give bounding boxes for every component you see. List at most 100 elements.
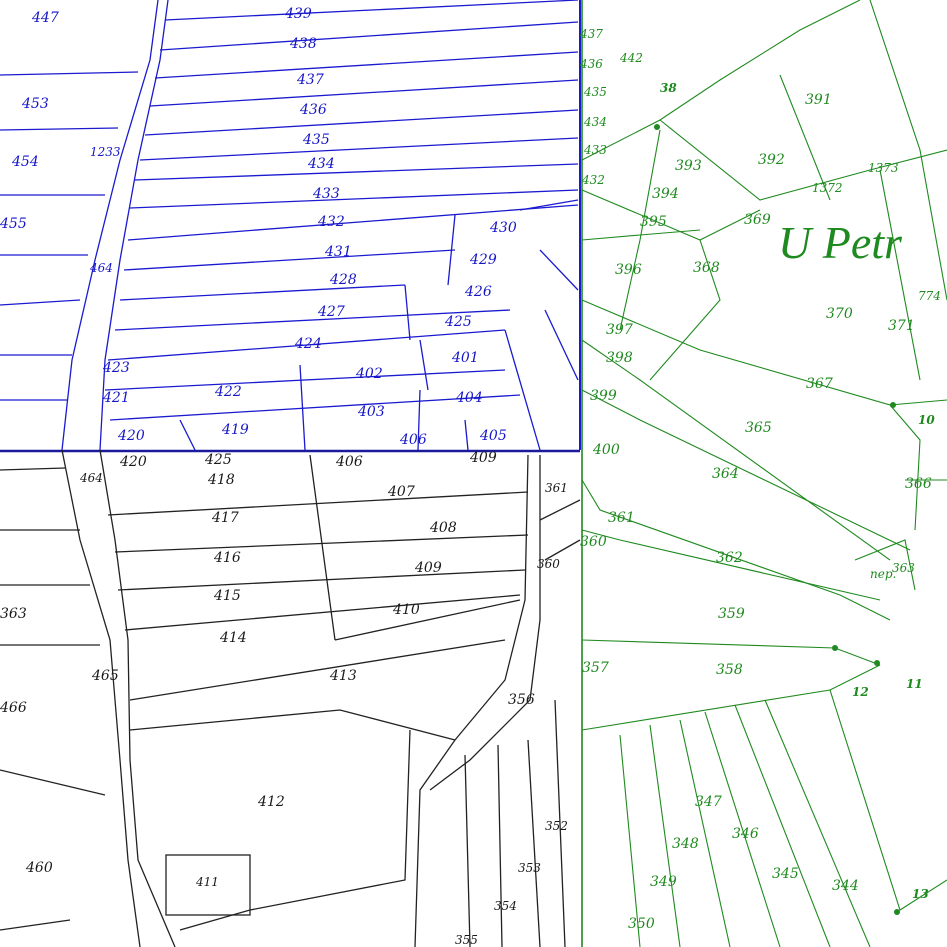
parcel-number: 361 bbox=[545, 481, 568, 495]
parcel-number: 432 bbox=[317, 214, 345, 230]
parcel-number: 366 bbox=[905, 476, 932, 492]
parcel-number: 411 bbox=[195, 875, 219, 889]
parcel-number: 349 bbox=[650, 874, 677, 890]
survey-point-number: 10 bbox=[918, 413, 935, 427]
parcel-number: 391 bbox=[805, 92, 832, 108]
parcel-number: 464 bbox=[79, 471, 103, 485]
parcel-number: 434 bbox=[307, 156, 335, 172]
parcel-number: 363 bbox=[0, 606, 27, 622]
parcel-number: 426 bbox=[464, 284, 492, 300]
parcel-number: 427 bbox=[317, 304, 345, 320]
parcel-number: 360 bbox=[580, 534, 607, 550]
cadastral-map: 447 439 438 437 436 435 434 433 432 431 … bbox=[0, 0, 947, 947]
parcel-number: 425 bbox=[204, 452, 232, 468]
parcel-number: 352 bbox=[545, 819, 568, 833]
parcel-number: 419 bbox=[221, 422, 249, 438]
place-name: U Petr bbox=[778, 217, 903, 268]
parcel-number: 432 bbox=[581, 173, 605, 187]
parcel-number: 464 bbox=[89, 261, 113, 275]
parcel-number: 460 bbox=[25, 860, 53, 876]
parcel-number: 416 bbox=[213, 550, 241, 566]
survey-point-number: 13 bbox=[912, 887, 929, 901]
parcel-number: 396 bbox=[615, 262, 642, 278]
parcel-number: 420 bbox=[119, 454, 147, 470]
parcel-number: 774 bbox=[918, 289, 941, 303]
parcel-number: 436 bbox=[579, 57, 603, 71]
parcel-number: 350 bbox=[628, 916, 655, 932]
parcel-number: 348 bbox=[672, 836, 699, 852]
parcel-number: 412 bbox=[257, 794, 285, 810]
parcel-number: 453 bbox=[21, 96, 49, 112]
parcel-number: 408 bbox=[429, 520, 457, 536]
parcel-number: 392 bbox=[758, 152, 785, 168]
parcel-number: 360 bbox=[537, 557, 560, 571]
parcel-number: 346 bbox=[732, 826, 759, 842]
parcel-number: 400 bbox=[592, 442, 620, 458]
parcel-number: 407 bbox=[387, 484, 415, 500]
parcel-number: 436 bbox=[299, 102, 327, 118]
parcel-number: 455 bbox=[0, 216, 27, 232]
parcel-number: 437 bbox=[579, 27, 603, 41]
parcel-number: 409 bbox=[469, 450, 497, 466]
parcel-number: 353 bbox=[518, 861, 541, 875]
parcel-number: 410 bbox=[392, 602, 420, 618]
parcel-number: 418 bbox=[207, 472, 235, 488]
parcel-number: 402 bbox=[355, 366, 383, 382]
survey-point-number: 38 bbox=[660, 81, 677, 95]
parcel-number: 421 bbox=[102, 390, 130, 406]
parcel-number: 356 bbox=[508, 692, 535, 708]
parcel-number: 447 bbox=[31, 10, 59, 26]
parcel-number: 425 bbox=[444, 314, 472, 330]
parcel-number: 430 bbox=[489, 220, 517, 236]
parcel-number: 465 bbox=[91, 668, 119, 684]
parcel-number: 417 bbox=[211, 510, 239, 526]
parcel-number: 354 bbox=[494, 899, 517, 913]
misc-label: nep. bbox=[870, 567, 896, 581]
black-parcel-labels: 420 425 418 407 417 408 416 409 415 410 … bbox=[0, 450, 568, 947]
green-section-lines bbox=[581, 0, 947, 947]
parcel-number: 406 bbox=[335, 454, 363, 470]
parcel-number: 359 bbox=[718, 606, 745, 622]
parcel-number: 438 bbox=[289, 36, 317, 52]
parcel-number: 433 bbox=[583, 143, 607, 157]
parcel-number: 368 bbox=[693, 260, 720, 276]
survey-point-number: 11 bbox=[906, 677, 923, 691]
parcel-number: 431 bbox=[324, 244, 352, 260]
parcel-number: 413 bbox=[329, 668, 357, 684]
parcel-number: 414 bbox=[219, 630, 247, 646]
parcel-number: 424 bbox=[294, 336, 322, 352]
place-name-group: U Petr bbox=[778, 217, 903, 268]
parcel-number: 399 bbox=[590, 388, 617, 404]
parcel-number: 358 bbox=[716, 662, 743, 678]
parcel-number: 422 bbox=[214, 384, 242, 400]
parcel-number: 345 bbox=[772, 866, 799, 882]
parcel-number: 442 bbox=[619, 51, 643, 65]
parcel-number: 420 bbox=[117, 428, 145, 444]
parcel-number: 423 bbox=[102, 360, 130, 376]
parcel-number: 344 bbox=[832, 878, 859, 894]
parcel-number: 428 bbox=[329, 272, 357, 288]
parcel-number: 434 bbox=[583, 115, 607, 129]
parcel-number: 365 bbox=[745, 420, 772, 436]
parcel-number: 1233 bbox=[90, 145, 121, 159]
parcel-number: 435 bbox=[583, 85, 607, 99]
parcel-number: 429 bbox=[469, 252, 497, 268]
parcel-number: 361 bbox=[608, 510, 635, 526]
parcel-number: 394 bbox=[652, 186, 679, 202]
parcel-number: 401 bbox=[451, 350, 479, 366]
parcel-number: 415 bbox=[213, 588, 241, 604]
parcel-number: 1373 bbox=[868, 161, 899, 175]
parcel-number: 397 bbox=[606, 322, 633, 338]
parcel-number: 355 bbox=[455, 933, 478, 947]
survey-point-number: 12 bbox=[852, 685, 869, 699]
green-parcel-labels: 437 436 442 435 434 433 432 391 393 392 … bbox=[579, 27, 941, 932]
parcel-number: 367 bbox=[806, 376, 833, 392]
parcel-number: 433 bbox=[312, 186, 340, 202]
parcel-number: 362 bbox=[716, 550, 743, 566]
parcel-number: 466 bbox=[0, 700, 27, 716]
parcel-number: 404 bbox=[455, 390, 483, 406]
parcel-number: 357 bbox=[582, 660, 609, 676]
parcel-number: 369 bbox=[744, 212, 771, 228]
parcel-number: 454 bbox=[11, 154, 39, 170]
parcel-number: 437 bbox=[296, 72, 324, 88]
